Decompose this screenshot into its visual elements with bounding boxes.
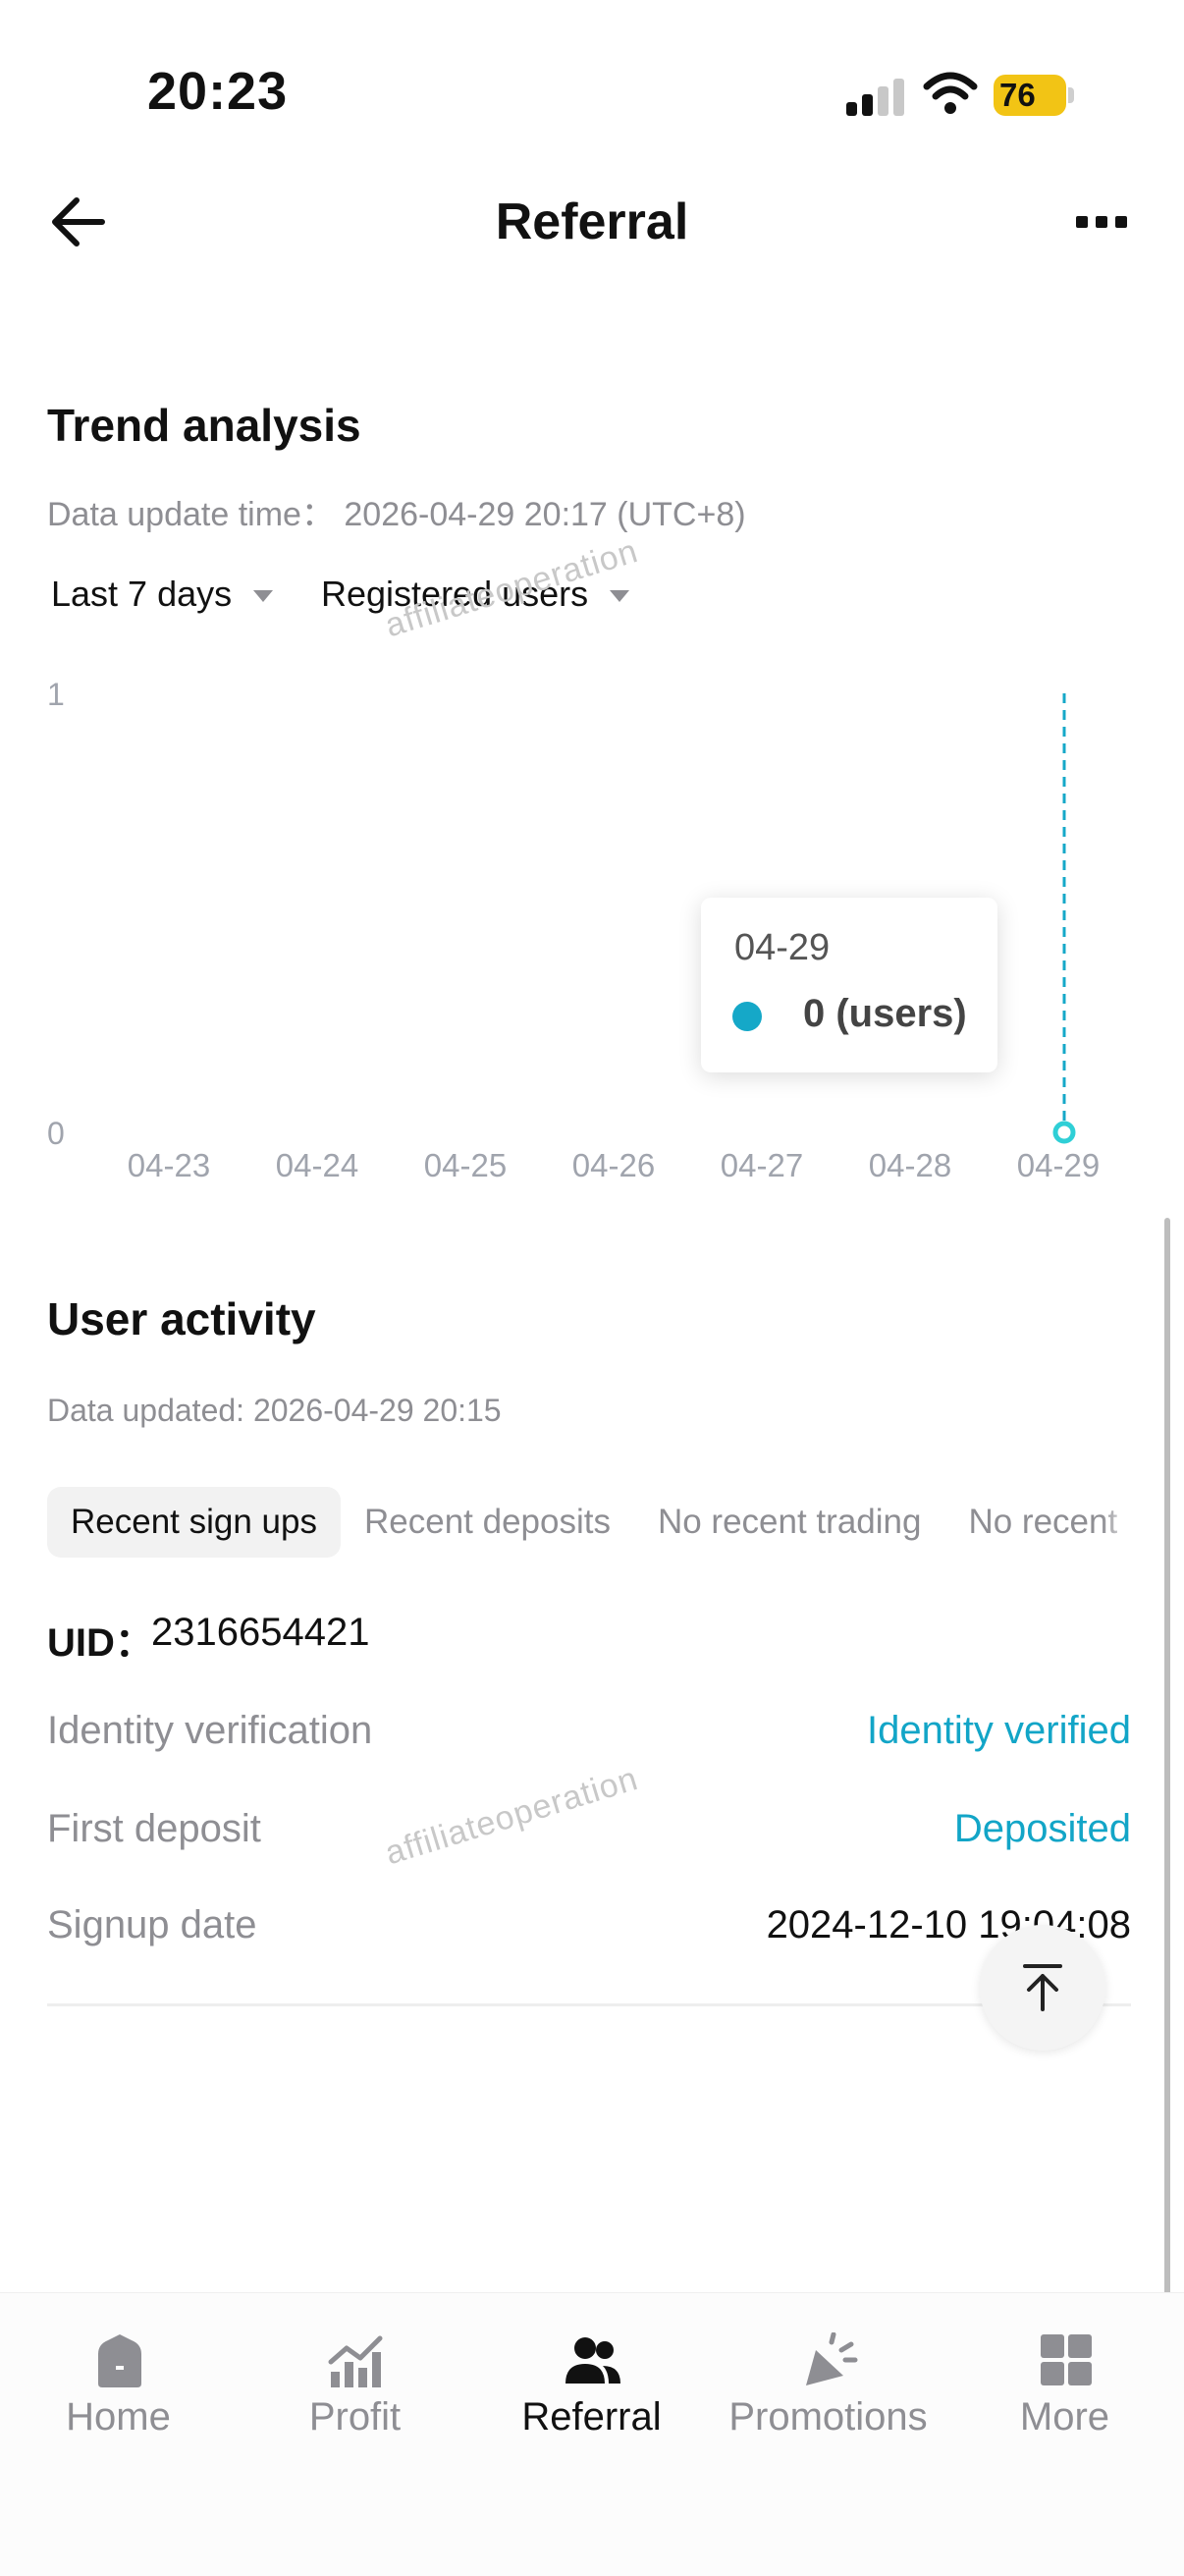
trend-chart[interactable]: 0 1 04-23 04-24 04-25 04-26 04-27 04-28 04-29 <box>0 648 1184 1198</box>
data-point <box>461 1128 469 1136</box>
period-dropdown[interactable]: Last 7 days <box>51 574 274 615</box>
divider <box>47 2003 1131 2006</box>
x-tick-label: 04-28 <box>869 1147 951 1183</box>
trend-update-time: Data update time： 2026-04-29 20:17 (UTC+… <box>47 496 746 533</box>
data-point-highlight <box>1052 1121 1076 1144</box>
nav-more-label: More <box>1019 2395 1110 2439</box>
nav-profit-label: Profit <box>308 2395 402 2439</box>
more-options-button[interactable] <box>1076 206 1127 236</box>
arrow-up-to-top-icon <box>1023 1964 1062 2011</box>
status-time: 20:23 <box>147 62 289 121</box>
x-tick-label: 04-29 <box>1017 1147 1100 1183</box>
nav-home-label: Home <box>66 2395 171 2439</box>
x-tick-label: 04-27 <box>721 1147 803 1183</box>
caret-down-icon <box>610 590 630 602</box>
nav-referral[interactable]: Referral <box>473 2293 710 2470</box>
home-icon <box>98 2334 141 2387</box>
tooltip-series-dot <box>732 1002 762 1031</box>
tab-recent-deposits[interactable]: Recent deposits <box>341 1487 634 1558</box>
uid-value: 2316654421 <box>151 1611 370 1654</box>
caret-down-icon <box>253 590 274 602</box>
uid-label: UID： <box>47 1621 154 1665</box>
y-tick-label: 1 <box>47 677 65 712</box>
battery-level: 76 <box>999 77 1036 113</box>
data-point <box>906 1128 914 1136</box>
identity-verification-value: Identity verified <box>866 1709 1131 1752</box>
nav-promotions[interactable]: Promotions <box>710 2293 946 2470</box>
data-point <box>313 1128 321 1136</box>
scrollbar[interactable] <box>1164 1218 1170 2455</box>
x-tick-label: 04-24 <box>276 1147 358 1183</box>
tabs-fade <box>1102 1487 1135 1558</box>
grid-icon <box>1041 2334 1092 2385</box>
data-point <box>610 1128 618 1136</box>
x-tick-label: 04-23 <box>128 1147 210 1183</box>
watermark: affiliateoperation <box>381 1759 643 1873</box>
data-point <box>758 1128 766 1136</box>
tab-recent-sign-ups[interactable]: Recent sign ups <box>47 1487 341 1558</box>
first-deposit-label: First deposit <box>47 1807 261 1850</box>
trend-analysis-title: Trend analysis <box>47 400 361 451</box>
signup-date-label: Signup date <box>47 1903 257 1946</box>
cellular-signal-icon <box>846 77 905 116</box>
data-point <box>165 1128 173 1136</box>
tooltip-date: 04-29 <box>734 927 831 968</box>
nav-promotions-label: Promotions <box>728 2395 928 2439</box>
activity-tabs: Recent sign ups Recent deposits No recent … <box>47 1487 1131 1558</box>
users-icon <box>565 2337 620 2384</box>
period-dropdown-label: Last 7 days <box>51 574 233 614</box>
nav-profit[interactable]: Profit <box>237 2293 473 2470</box>
chart-icon <box>328 2335 383 2387</box>
user-activity-title: User activity <box>47 1293 316 1344</box>
page-title: Referral <box>495 193 689 250</box>
nav-more[interactable]: More <box>946 2293 1183 2470</box>
tooltip-value: 0 (users) <box>803 992 967 1035</box>
user-activity-updated: Data updated: 2026-04-29 20:15 <box>47 1393 502 1428</box>
tab-no-recent-trading[interactable]: No recent trading <box>634 1487 944 1558</box>
x-tick-label: 04-26 <box>572 1147 655 1183</box>
y-tick-label: 0 <box>47 1116 65 1151</box>
battery-icon: 76 <box>994 75 1076 116</box>
x-tick-label: 04-25 <box>424 1147 507 1183</box>
bottom-navigation: Home Profit Referral Promotions More <box>0 2292 1184 2576</box>
nav-referral-label: Referral <box>521 2395 662 2439</box>
scroll-to-top-button[interactable] <box>980 1925 1105 2051</box>
identity-verification-label: Identity verification <box>47 1709 373 1752</box>
chart-tooltip: 04-29 0 (users) <box>701 898 997 1072</box>
first-deposit-value: Deposited <box>953 1807 1131 1850</box>
wifi-icon <box>923 72 978 114</box>
megaphone-icon <box>806 2332 858 2385</box>
nav-home[interactable]: Home <box>0 2293 237 2470</box>
